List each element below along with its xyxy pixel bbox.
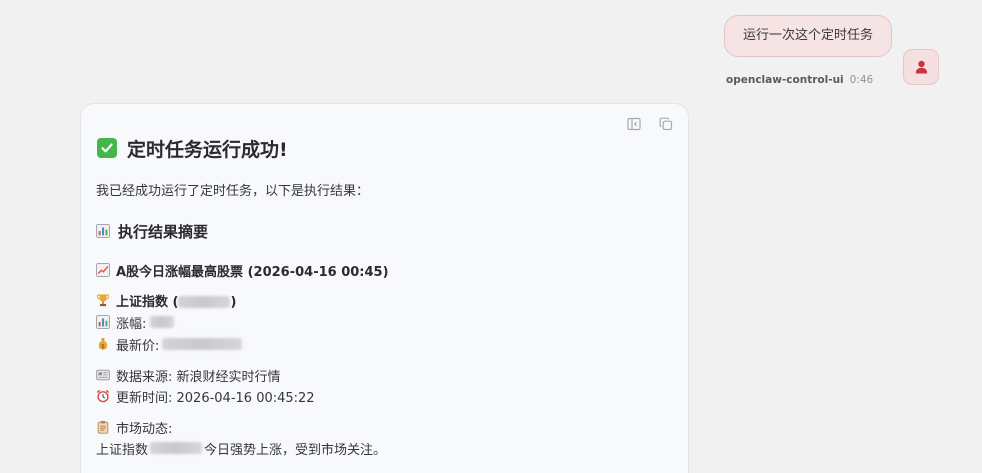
market-description: 上证指数 今日强势上涨，受到市场关注。 — [96, 438, 386, 458]
result-title-text: 定时任务运行成功! — [127, 138, 288, 161]
message-toolbar — [624, 115, 676, 133]
market-label: 市场动态: — [116, 421, 173, 437]
price-line: $ 最新价: — [96, 334, 243, 354]
stock-heading: A股今日涨幅最高股票 (2026-04-16 00:45) — [96, 260, 389, 280]
user-message-bubble: 运行一次这个定时任务 — [724, 15, 892, 57]
redacted-market-stock — [150, 442, 203, 454]
summary-heading-text: 执行结果摘要 — [118, 222, 209, 241]
user-icon — [915, 60, 928, 74]
check-mark-icon — [97, 138, 117, 158]
update-line: 更新时间: 2026-04-16 00:45:22 — [96, 386, 315, 406]
source-text: 数据来源: 新浪财经实时行情 — [116, 369, 281, 385]
market-line: 市场动态: — [96, 417, 172, 437]
redacted-price-value — [162, 338, 243, 350]
market-text-prefix: 上证指数 — [96, 442, 149, 458]
update-text: 更新时间: 2026-04-16 00:45:22 — [116, 390, 315, 406]
bar-chart-icon — [96, 315, 110, 329]
message-sender: openclaw-control-ui — [726, 74, 844, 86]
index-label-close: ) — [230, 294, 237, 310]
index-label: 上证指数 ( — [116, 294, 179, 310]
message-time: 0:46 — [849, 74, 874, 86]
summary-heading: 执行结果摘要 — [96, 220, 208, 242]
change-label: 涨幅: — [116, 316, 147, 332]
money-bag-icon: $ — [96, 337, 110, 351]
result-intro: 我已经成功运行了定时任务，以下是执行结果： — [96, 184, 370, 199]
user-avatar — [903, 49, 939, 85]
assistant-message-card: 定时任务运行成功! 我已经成功运行了定时任务，以下是执行结果： 执行结果摘要 A… — [80, 103, 689, 473]
newspaper-icon — [96, 368, 110, 382]
price-label: 最新价: — [116, 338, 160, 354]
bar-chart-icon — [96, 224, 110, 238]
chart-up-icon — [96, 263, 110, 277]
change-line: 涨幅: — [96, 312, 175, 332]
trophy-icon — [96, 293, 110, 307]
stock-heading-text: A股今日涨幅最高股票 (2026-04-16 00:45) — [116, 264, 389, 280]
source-line: 数据来源: 新浪财经实时行情 — [96, 365, 281, 385]
svg-text:$: $ — [101, 343, 105, 350]
market-text-suffix: 今日强势上涨，受到市场关注。 — [204, 442, 387, 458]
result-title: 定时任务运行成功! — [97, 134, 288, 162]
redacted-change-value — [150, 316, 175, 328]
chat-thread: 运行一次这个定时任务 openclaw-control-ui 0:46 定时任务… — [0, 0, 982, 473]
alarm-clock-icon — [96, 389, 110, 403]
side-panel-icon — [627, 117, 641, 131]
clipboard-icon — [96, 420, 110, 434]
side-panel-button[interactable] — [624, 115, 644, 133]
copy-icon — [659, 117, 673, 131]
index-line: 上证指数 () — [96, 290, 236, 310]
copy-button[interactable] — [656, 115, 676, 133]
redacted-index-code — [178, 296, 231, 308]
user-message-meta: openclaw-control-ui 0:46 — [726, 72, 906, 88]
